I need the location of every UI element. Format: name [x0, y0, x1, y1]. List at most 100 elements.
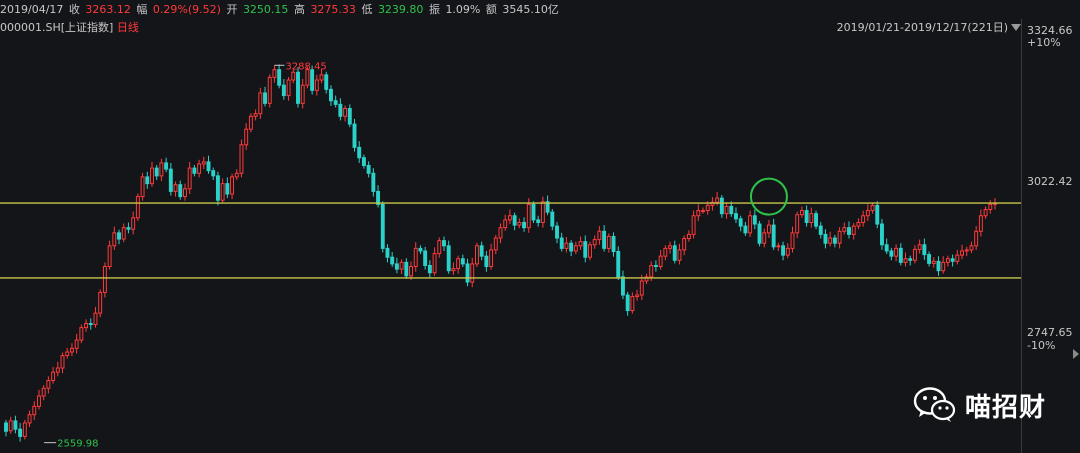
candle-body — [314, 79, 319, 91]
candle-body — [927, 254, 932, 264]
low-marker-label: 2559.98 — [57, 439, 98, 450]
candle-body — [418, 247, 423, 252]
candle-body — [234, 172, 239, 178]
candle-body — [785, 247, 790, 256]
candle-body — [903, 258, 908, 263]
candle-body — [498, 227, 503, 239]
candle-body — [102, 266, 107, 293]
candle-body — [93, 312, 98, 326]
candle-body — [51, 371, 56, 381]
candle-body — [187, 167, 192, 190]
candle-body — [168, 168, 173, 192]
candle-body — [239, 144, 244, 174]
candle-body — [757, 223, 762, 244]
candle-body — [60, 355, 65, 369]
candle-body — [451, 268, 456, 272]
candle-body — [573, 245, 578, 252]
candle-body — [752, 215, 757, 225]
candle-body — [352, 123, 357, 148]
candle-body — [691, 215, 696, 235]
candle-body — [917, 244, 922, 250]
candle-body — [701, 210, 705, 213]
candle-body — [41, 387, 46, 397]
candle-body — [564, 242, 569, 249]
candle-body — [804, 210, 809, 223]
range-dropdown-icon[interactable] — [1011, 24, 1021, 31]
candle-body — [507, 215, 512, 221]
candle-body — [677, 249, 682, 261]
candle-body — [870, 204, 875, 212]
candle-body — [13, 420, 18, 430]
candle-body — [244, 128, 249, 146]
candle-body — [361, 157, 366, 167]
candle-body — [98, 291, 103, 314]
candle-body — [861, 215, 866, 223]
candle-body — [950, 258, 955, 262]
candle-body — [875, 204, 880, 225]
high-marker-label: 3288.45 — [285, 61, 326, 72]
candle-body — [380, 203, 385, 249]
candle-body — [969, 245, 974, 251]
candle-body — [540, 201, 545, 223]
candle-body — [55, 367, 60, 373]
candle-body — [225, 183, 230, 195]
y-top-pct: +10% — [1027, 36, 1061, 49]
candle-body — [145, 176, 150, 185]
candle-body — [922, 244, 927, 256]
candle-body — [522, 221, 527, 229]
open-value: 3250.15 — [242, 3, 289, 16]
candle-body — [272, 69, 277, 78]
candle-body — [432, 253, 437, 274]
candle-body — [663, 247, 668, 257]
candle-body — [427, 264, 432, 274]
candle-body — [842, 227, 847, 232]
candle-body — [154, 167, 159, 177]
candle-body — [743, 225, 748, 234]
candle-body — [945, 258, 950, 263]
brand-watermark: 喵招财 — [913, 383, 1046, 427]
candle-body — [606, 235, 611, 249]
candle-body — [592, 239, 597, 246]
candle-body — [409, 266, 413, 277]
candle-body — [851, 225, 856, 235]
date-range[interactable]: 2019/01/21-2019/12/17(221日) — [837, 19, 1008, 36]
candle-body — [894, 247, 899, 257]
candle-body — [446, 245, 451, 272]
candle-body — [766, 224, 771, 234]
candle-body — [183, 188, 187, 198]
candlestick-chart[interactable]: 3288.45 2559.98 — [0, 36, 1021, 453]
candle-body — [300, 84, 305, 104]
candle-body — [616, 250, 621, 278]
candle-body — [611, 235, 616, 252]
candle-body — [112, 232, 117, 247]
candle-body — [150, 167, 154, 185]
candle-body — [832, 237, 837, 244]
candle-body — [771, 224, 776, 248]
candle-body — [286, 79, 291, 97]
scroll-right-icon[interactable] — [1073, 349, 1079, 359]
period-label[interactable]: 日线 — [117, 21, 139, 34]
candle-body — [46, 379, 51, 389]
amount-label: 额 — [485, 3, 497, 16]
candle-body — [201, 161, 206, 165]
candle-body — [719, 197, 724, 215]
candle-body — [291, 71, 296, 81]
candle-body — [460, 258, 465, 265]
candle-body — [220, 183, 225, 201]
candle-body — [173, 184, 178, 192]
candle-body — [65, 351, 70, 357]
candle-body — [672, 245, 677, 261]
candle-body — [423, 250, 428, 266]
symbol-name[interactable]: [上证指数] — [61, 21, 114, 34]
candle-body — [724, 205, 729, 215]
candle-body — [437, 240, 442, 255]
candle-body — [404, 261, 409, 277]
candle-body — [159, 162, 164, 177]
candle-body — [729, 205, 734, 215]
candle-body — [474, 245, 479, 265]
candle-body — [347, 108, 352, 125]
wechat-icon — [913, 387, 956, 422]
candle-body — [324, 74, 329, 90]
candle-body — [442, 240, 446, 247]
candle-body — [357, 146, 362, 159]
